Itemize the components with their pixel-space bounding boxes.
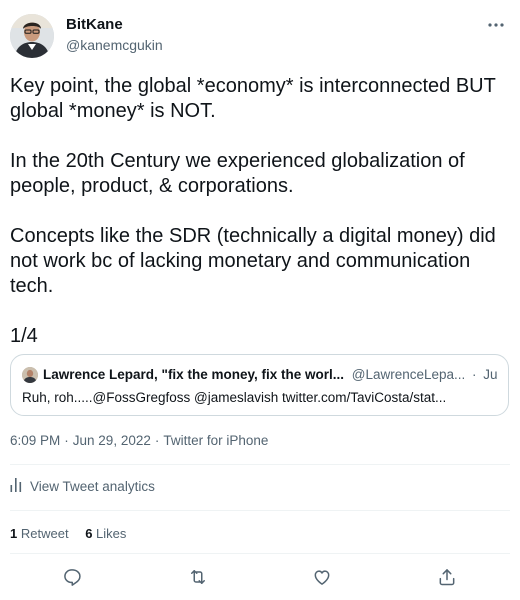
- retweets-stat[interactable]: 1 Retweet: [10, 526, 69, 541]
- meta-separator: ·: [64, 433, 69, 448]
- retweet-icon: [188, 567, 208, 592]
- like-button[interactable]: [309, 566, 335, 592]
- divider: [10, 553, 510, 554]
- likes-label: Likes: [96, 526, 127, 541]
- retweet-button[interactable]: [185, 566, 211, 592]
- analytics-label: View Tweet analytics: [30, 479, 155, 494]
- retweets-count: 1: [10, 526, 18, 541]
- reply-icon: [62, 567, 82, 592]
- tweet-paragraph: In the 20th Century we experienced globa…: [10, 150, 465, 197]
- quoted-tweet-card[interactable]: Lawrence Lepard, "fix the money, fix the…: [10, 354, 509, 416]
- quoted-author-avatar: [22, 367, 38, 383]
- quoted-tweet-text: Ruh, roh.....@FossGregfoss @jameslavish …: [22, 390, 447, 405]
- tweet-timestamp: 6:09 PM · Jun 29, 2022 · Twitter for iPhone: [10, 433, 268, 448]
- tweet-actions: [0, 566, 520, 592]
- tweet-date[interactable]: Jun 29, 2022: [73, 433, 151, 448]
- more-horizontal-icon: [487, 15, 505, 33]
- quoted-tweet-header: Lawrence Lepard, "fix the money, fix the…: [43, 367, 498, 382]
- divider: [10, 464, 510, 465]
- view-analytics-link[interactable]: View Tweet analytics: [10, 478, 155, 495]
- tweet-paragraph: Key point, the global *economy* is inter…: [10, 75, 496, 122]
- author-name[interactable]: BitKane: [66, 16, 123, 33]
- retweets-label: Retweet: [20, 526, 69, 541]
- tweet-time[interactable]: 6:09 PM: [10, 433, 60, 448]
- tweet-source-link[interactable]: Twitter for iPhone: [163, 433, 268, 448]
- more-options-button[interactable]: [484, 14, 508, 34]
- quoted-author-handle: @LawrenceLepa...: [351, 367, 466, 382]
- bar-chart-icon: [10, 478, 30, 495]
- author-avatar[interactable]: [10, 14, 54, 58]
- likes-count: 6: [85, 526, 93, 541]
- share-icon: [437, 567, 457, 592]
- tweet-paragraph: Concepts like the SDR (technically a dig…: [10, 225, 496, 297]
- engagement-stats: 1 Retweet 6 Likes: [10, 526, 139, 541]
- divider: [10, 510, 510, 511]
- tweet-paragraph: 1/4: [10, 325, 38, 347]
- share-button[interactable]: [434, 566, 460, 592]
- heart-icon: [312, 567, 332, 592]
- tweet-text: Key point, the global *economy* is inter…: [10, 74, 510, 349]
- quoted-tweet-date: Jun 29: [483, 367, 498, 382]
- quoted-separator: ·: [472, 367, 477, 382]
- quoted-author-name: Lawrence Lepard, "fix the money, fix the…: [43, 367, 344, 382]
- meta-separator: ·: [154, 433, 160, 448]
- author-handle[interactable]: @kanemcgukin: [66, 37, 163, 53]
- tweet: BitKane @kanemcgukin Key point, the glob…: [0, 0, 520, 600]
- reply-button[interactable]: [59, 566, 85, 592]
- likes-stat[interactable]: 6 Likes: [85, 526, 126, 541]
